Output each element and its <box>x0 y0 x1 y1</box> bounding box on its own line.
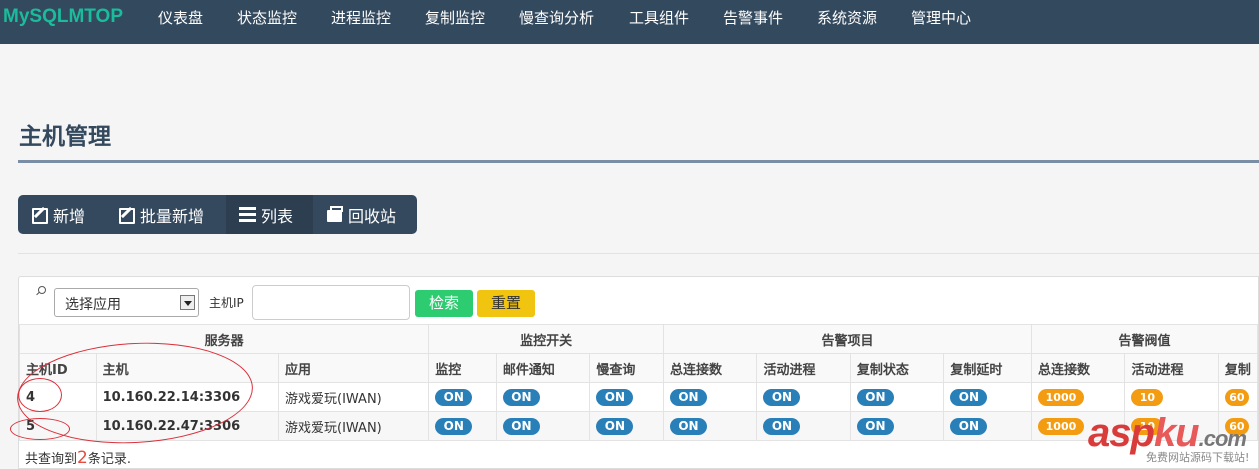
threshold-replication-badge: 60 <box>1224 417 1249 435</box>
nav-system-resources[interactable]: 系统资源 <box>817 7 877 28</box>
app-cell: 游戏爱玩(IWAN) <box>277 411 430 441</box>
nav-status-monitor[interactable]: 状态监控 <box>237 7 297 28</box>
mail-notify-toggle[interactable]: ON <box>502 417 540 435</box>
reset-button[interactable]: 重置 <box>477 290 535 317</box>
alarm-connections-toggle[interactable]: ON <box>669 388 707 406</box>
slow-query-toggle[interactable]: ON <box>596 388 634 406</box>
col-replication-delay[interactable]: 复制延时 <box>943 353 1032 383</box>
batch-add-button[interactable]: 批量新增 <box>105 195 226 234</box>
record-count-prefix: 共查询到 <box>25 452 78 467</box>
monitor-toggle[interactable]: ON <box>435 417 473 435</box>
recycle-bin-button-label: 回收站 <box>348 206 397 226</box>
search-button[interactable]: 检索 <box>415 290 473 317</box>
table-row[interactable]: 4 10.160.22.14:3306 游戏爱玩(IWAN) ON ON ON … <box>19 382 1259 412</box>
col-threshold-replication[interactable]: 复制 <box>1217 353 1259 383</box>
nav-admin-center[interactable]: 管理中心 <box>911 7 971 28</box>
col-active-processes[interactable]: 活动进程 <box>756 353 851 383</box>
monitor-toggle[interactable]: ON <box>435 388 473 406</box>
host-ip-label: 主机IP <box>209 296 244 310</box>
alarm-processes-toggle[interactable]: ON <box>763 417 801 435</box>
chevron-down-icon[interactable] <box>180 295 195 310</box>
col-total-connections[interactable]: 总连接数 <box>662 353 758 383</box>
col-app[interactable]: 应用 <box>277 353 430 383</box>
nav-tools[interactable]: 工具组件 <box>629 7 689 28</box>
threshold-processes-badge: 10 <box>1131 417 1164 435</box>
page-title: 主机管理 <box>19 124 111 150</box>
section-divider <box>18 253 1259 254</box>
action-button-group: 新增 批量新增 列表 回收站 <box>18 195 417 234</box>
list-icon <box>239 207 256 222</box>
add-button-label: 新增 <box>53 206 86 226</box>
col-threshold-active-processes[interactable]: 活动进程 <box>1124 353 1219 383</box>
alarm-replication-delay-toggle[interactable]: ON <box>950 417 988 435</box>
app-select[interactable]: 选择应用 <box>54 288 199 317</box>
alarm-replication-status-toggle[interactable]: ON <box>856 388 894 406</box>
search-icon <box>35 286 46 296</box>
app-cell: 游戏爱玩(IWAN) <box>277 382 430 412</box>
edit-icon <box>31 206 48 224</box>
table-row[interactable]: 5 10.160.22.47:3306 游戏爱玩(IWAN) ON ON ON … <box>19 411 1259 441</box>
record-count-value: 2 <box>77 448 88 468</box>
record-count: 共查询到2条记录. <box>25 448 131 468</box>
nav-slow-query[interactable]: 慢查询分析 <box>519 7 594 28</box>
host-cell: 10.160.22.14:3306 <box>95 382 280 412</box>
edit-icon <box>118 206 135 224</box>
col-mail-notify[interactable]: 邮件通知 <box>495 353 591 383</box>
nav-dashboard[interactable]: 仪表盘 <box>158 7 203 28</box>
threshold-processes-badge: 10 <box>1131 388 1164 406</box>
group-monitor-switch: 监控开关 <box>428 324 664 354</box>
record-count-suffix: 条记录. <box>87 452 131 467</box>
host-cell: 10.160.22.47:3306 <box>95 411 280 441</box>
group-alarm-thresholds: 告警阀值 <box>1030 324 1259 354</box>
nav-alarm-events[interactable]: 告警事件 <box>723 7 783 28</box>
group-servers: 服务器 <box>18 324 430 354</box>
host-id-cell: 4 <box>19 382 97 412</box>
trash-icon <box>326 206 343 223</box>
group-alarm-items: 告警项目 <box>662 324 1032 354</box>
batch-add-button-label: 批量新增 <box>140 206 205 226</box>
table-group-header: 服务器 监控开关 告警项目 告警阀值 <box>18 324 1259 354</box>
table-header: 主机ID 主机 应用 监控 邮件通知 慢查询 总连接数 活动进程 复制状态 复制… <box>19 353 1259 383</box>
add-button[interactable]: 新增 <box>18 195 105 234</box>
alarm-connections-toggle[interactable]: ON <box>669 417 707 435</box>
threshold-connections-badge: 1000 <box>1037 417 1084 435</box>
col-host[interactable]: 主机 <box>95 353 280 383</box>
app-select-value: 选择应用 <box>65 297 121 313</box>
alarm-processes-toggle[interactable]: ON <box>763 388 801 406</box>
alarm-replication-status-toggle[interactable]: ON <box>856 417 894 435</box>
recycle-bin-button[interactable]: 回收站 <box>313 195 417 234</box>
alarm-replication-delay-toggle[interactable]: ON <box>950 388 988 406</box>
col-threshold-total-connections[interactable]: 总连接数 <box>1030 353 1126 383</box>
brand-logo[interactable]: MySQLMTOP <box>3 6 123 28</box>
col-monitor[interactable]: 监控 <box>428 353 497 383</box>
title-divider <box>18 160 1259 163</box>
col-replication-status[interactable]: 复制状态 <box>849 353 945 383</box>
threshold-connections-badge: 1000 <box>1037 388 1084 406</box>
slow-query-toggle[interactable]: ON <box>596 417 634 435</box>
col-host-id[interactable]: 主机ID <box>19 353 97 383</box>
host-ip-input[interactable] <box>252 285 410 320</box>
host-id-cell: 5 <box>19 411 97 441</box>
col-slow-query[interactable]: 慢查询 <box>589 353 664 383</box>
list-button[interactable]: 列表 <box>226 195 313 234</box>
host-list-panel: 选择应用 主机IP 检索 重置 服务器 监控开关 告警项目 告警阀值 主机ID … <box>18 276 1259 469</box>
host-table: 服务器 监控开关 告警项目 告警阀值 主机ID 主机 应用 监控 邮件通知 慢查… <box>18 324 1259 441</box>
list-button-label: 列表 <box>261 206 294 226</box>
nav-process-monitor[interactable]: 进程监控 <box>331 7 391 28</box>
threshold-replication-badge: 60 <box>1224 388 1249 406</box>
nav-replication-monitor[interactable]: 复制监控 <box>425 7 485 28</box>
mail-notify-toggle[interactable]: ON <box>502 388 540 406</box>
top-navbar: MySQLMTOP 仪表盘 状态监控 进程监控 复制监控 慢查询分析 工具组件 … <box>0 0 1259 44</box>
